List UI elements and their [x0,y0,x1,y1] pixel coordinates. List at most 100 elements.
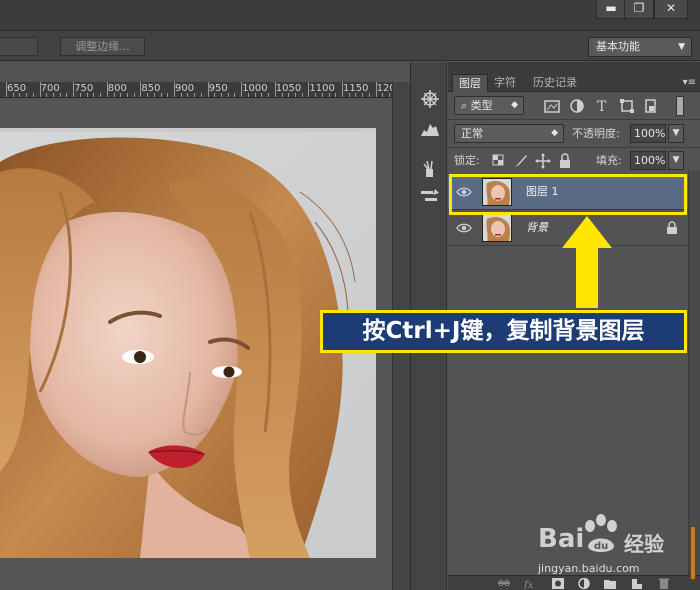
ruler-tick [234,93,236,97]
tab-layers[interactable]: 图层 [452,74,488,92]
lock-icon [667,221,677,234]
ruler-tick [382,93,384,97]
ruler-tick [26,93,28,97]
filter-kind-select[interactable]: ⌕ 类型 ◆ [454,96,524,115]
link-layers-icon[interactable] [498,578,510,589]
ruler-tick [187,93,189,97]
ruler-tick [174,82,175,97]
ruler-tick [32,93,34,97]
ruler-tick [315,93,317,97]
chevron-updown-icon: ◆ [551,128,558,138]
ruler-tick [120,93,122,97]
histogram-icon[interactable] [419,118,441,140]
layer-style-fx-icon[interactable]: fx [524,578,536,589]
ruler-tick [180,93,182,97]
ruler-tick [348,93,350,97]
option-field[interactable] [0,37,38,56]
ruler-tick [301,93,303,97]
type-filter-icon[interactable]: T [593,97,611,115]
blend-mode-label: 正常 [461,127,483,140]
fill-input[interactable]: 100% [630,151,666,170]
ruler-tick [66,93,68,97]
options-bar: 调整边缘... 基本功能 ▼ [0,30,700,61]
ruler-tick [268,93,270,97]
lock-pixels-brush-icon[interactable] [512,152,530,170]
ruler-tick [355,93,357,97]
opacity-dropdown-button[interactable]: ▼ [668,124,684,143]
panel-collapse-strip[interactable] [448,62,700,74]
ruler-tick [221,93,223,97]
fill-dropdown-button[interactable]: ▼ [668,151,684,170]
chevron-down-icon: ▼ [678,42,685,52]
ruler-tick-label: 650 [7,83,27,94]
svg-text:fx: fx [524,580,534,589]
workspace-select[interactable]: 基本功能 ▼ [588,37,692,57]
panel-menu-icon[interactable]: ▾≡ [683,74,696,91]
blend-mode-select[interactable]: 正常 ◆ [454,124,564,143]
ruler-tick [261,93,263,97]
filter-kind-label: 类型 [470,99,493,112]
up-arrow-icon [562,216,612,308]
ruler-tick-label: 700 [40,83,60,94]
ruler-tick [133,93,135,97]
adjustment-filter-icon[interactable] [568,97,586,115]
ruler-tick-label: 850 [141,83,161,94]
ruler-tick [12,93,14,97]
horizontal-ruler: 6507007508008509009501000105011001150120… [0,82,392,98]
ruler-tick [227,93,229,97]
layer-name[interactable]: 背景 [526,210,548,246]
ruler-tick-label: 950 [208,83,228,94]
shape-filter-icon[interactable] [618,97,636,115]
pixel-filter-icon[interactable] [543,97,561,115]
watermark-brand: Bai [538,524,585,554]
ruler-tick [73,82,75,97]
ruler-tick [241,82,243,97]
ruler-tick [19,93,21,97]
smart-object-filter-icon[interactable] [642,97,660,115]
ruler-tick [288,93,290,97]
ruler-tick [126,93,128,97]
ruler-tick [328,93,330,97]
ruler-tick [100,93,102,97]
filter-row: ⌕ 类型 ◆ T [448,92,700,120]
baidu-jingyan-watermark: du Bai 经验 jingyan.baidu.com [536,514,696,584]
refine-edge-button[interactable]: 调整边缘... [60,37,145,56]
ruler-tick [106,82,108,97]
ruler-tick [113,93,115,97]
lock-transparent-icon[interactable] [490,152,508,170]
ruler-tick [46,93,48,97]
ruler-tick [274,82,276,97]
maximize-button[interactable]: ❐ [624,0,654,19]
ruler-tick-label: 900 [175,83,195,94]
navigator-wheel-icon[interactable] [419,88,441,110]
ruler-tick [389,93,391,97]
ruler-tick [214,93,216,97]
ruler-tick [6,82,7,97]
tab-history[interactable]: 历史记录 [528,74,582,92]
title-bar: ▬ ❐ ✕ [0,0,700,30]
minimize-button[interactable]: ▬ [596,0,626,19]
close-button[interactable]: ✕ [654,0,688,19]
tab-characters[interactable]: 字符 [490,74,520,92]
lock-all-icon[interactable] [556,152,574,170]
opacity-input[interactable]: 100% [630,124,666,143]
brush-settings-icon[interactable] [419,186,441,208]
ruler-tick [153,93,155,97]
highlight-box [449,174,687,215]
ruler-tick [167,93,169,97]
svg-text:du: du [594,541,608,552]
ruler-tick [254,93,256,97]
lock-position-move-icon[interactable] [534,152,552,170]
ruler-tick [308,82,310,97]
ruler-tick [294,93,296,97]
visibility-eye-icon[interactable] [456,221,472,235]
workspace-label: 基本功能 [596,40,640,53]
ruler-tick [368,93,370,97]
ruler-tick [281,93,283,97]
ruler-tick [200,93,202,97]
brush-presets-icon[interactable] [419,158,441,180]
ruler-tick [321,93,323,97]
fill-label: 填充: [596,154,622,167]
filter-toggle-switch[interactable] [676,96,684,116]
ruler-tick [160,93,162,97]
